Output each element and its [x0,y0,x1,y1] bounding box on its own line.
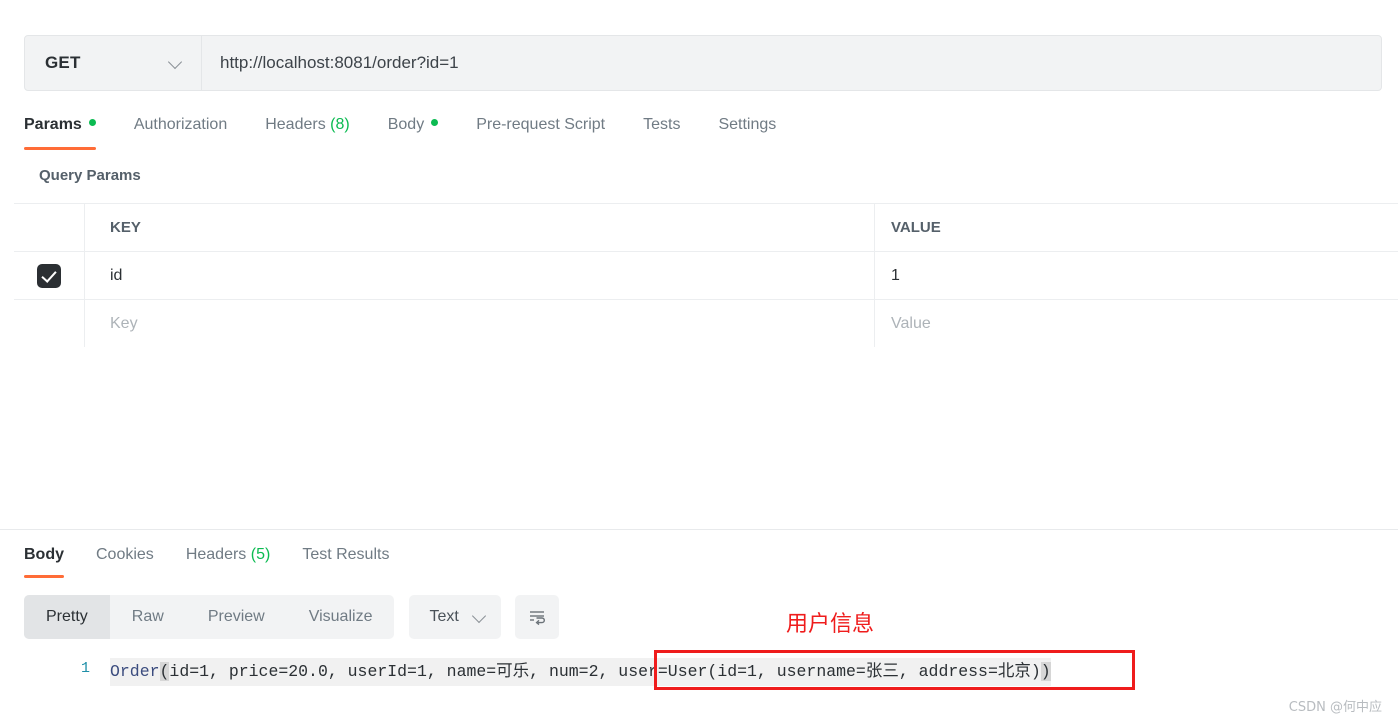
chevron-down-icon [169,56,183,70]
word-wrap-toggle-button[interactable] [514,595,559,639]
code-token-order-fields: id=1, price=20.0, userId=1, name=可乐, num… [169,662,619,681]
tab-headers-count: (8) [330,116,350,133]
response-tab-cookies-label: Cookies [96,546,154,563]
new-param-key-placeholder: Key [110,314,138,332]
tab-pre-request-script-label: Pre-request Script [476,116,606,133]
query-params-table: KEY VALUE id 1 Key Value [14,203,1398,348]
request-url-bar: GET http://localhost:8081/order?id=1 [24,35,1382,91]
new-param-key-input[interactable]: Key [85,300,875,347]
tab-pre-request-script[interactable]: Pre-request Script [476,112,605,150]
tab-headers[interactable]: Headers (8) [265,112,350,150]
tab-settings-label: Settings [718,116,777,133]
request-url-text: http://localhost:8081/order?id=1 [220,53,459,72]
response-tab-body[interactable]: Body [24,542,64,578]
header-cell-value: VALUE [891,219,941,236]
param-key-input[interactable]: id [85,252,875,299]
tab-settings[interactable]: Settings [718,112,776,150]
tab-tests[interactable]: Tests [643,112,680,150]
param-enabled-checkbox[interactable] [37,263,61,288]
query-params-title: Query Params [39,167,141,184]
code-token-close-paren: ) [1040,662,1051,681]
tab-tests-label: Tests [643,116,681,133]
params-empty-area [14,347,1398,530]
word-wrap-icon [529,611,545,626]
body-modified-dot-icon [431,119,439,126]
response-tab-headers-count: (5) [250,546,271,563]
new-row-checkbox-cell [14,300,85,347]
response-view-mode-group: Pretty Raw Preview Visualize [24,595,395,639]
chevron-down-icon [473,610,487,624]
pane-split-divider[interactable] [0,529,1398,530]
tab-authorization[interactable]: Authorization [134,112,227,150]
response-view-toolbar: Pretty Raw Preview Visualize Text [24,595,559,639]
response-format-select[interactable]: Text [409,595,501,639]
tab-params[interactable]: Params [24,112,96,150]
request-tab-bar: Params Authorization Headers (8) Body Pr… [24,112,1382,156]
response-body-code-area[interactable]: 1 Order(id=1, price=20.0, userId=1, name… [24,652,1384,692]
header-cell-key: KEY [85,204,875,251]
response-tab-bar: Body Cookies Headers (5) Test Results [24,542,421,578]
tab-authorization-label: Authorization [133,116,228,133]
new-param-value-placeholder: Value [891,314,931,332]
param-value-text: 1 [891,266,900,284]
http-method-select[interactable]: GET [25,36,202,90]
response-tab-test-results-label: Test Results [302,546,390,563]
view-mode-pretty[interactable]: Pretty [24,595,110,639]
view-mode-raw[interactable]: Raw [110,595,186,639]
response-format-label: Text [429,608,459,625]
table-row-new: Key Value [14,300,1398,348]
table-row: id 1 [14,252,1398,300]
response-tab-headers-label: Headers [185,546,247,563]
watermark: CSDN @何中应 [1288,700,1382,715]
code-token-order: Order [110,662,160,681]
response-tab-headers[interactable]: Headers (5) [186,542,271,578]
response-tab-test-results[interactable]: Test Results [302,542,389,578]
tab-body[interactable]: Body [387,112,439,150]
request-url-input[interactable]: http://localhost:8081/order?id=1 [202,36,1381,90]
param-key-text: id [110,266,123,284]
response-tab-cookies[interactable]: Cookies [96,542,154,578]
code-token-open-paren: ( [159,662,170,681]
row-checkbox-cell [14,252,85,299]
response-tab-body-label: Body [24,546,64,563]
param-value-input[interactable]: 1 [875,252,1398,299]
tab-params-label: Params [24,116,82,133]
header-cell-checkbox [14,204,85,251]
code-line-number: 1 [80,660,90,677]
params-modified-dot-icon [88,119,96,126]
http-method-label: GET [45,53,81,72]
view-mode-visualize[interactable]: Visualize [287,595,395,639]
new-param-value-input[interactable]: Value [875,300,1398,347]
tab-body-label: Body [387,116,425,133]
view-mode-preview[interactable]: Preview [186,595,287,639]
code-token-user-object: user=User(id=1, username=张三, address=北京) [618,662,1041,681]
annotation-label: 用户信息 [786,612,875,637]
table-header-row: KEY VALUE [14,204,1398,252]
code-line-content[interactable]: Order(id=1, price=20.0, userId=1, name=可… [110,658,1051,686]
tab-headers-label: Headers [265,116,326,133]
